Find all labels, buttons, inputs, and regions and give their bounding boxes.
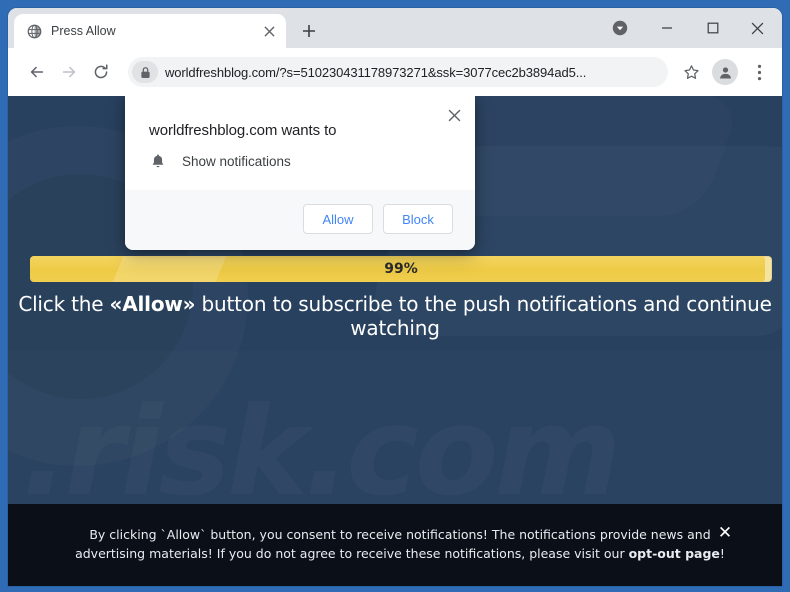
consent-line-2-before: materials! If you do not agree to receiv… — [149, 546, 629, 561]
progress-percent-label: 99% — [384, 261, 418, 277]
headline-after: button to subscribe to the push notifica… — [195, 292, 772, 340]
window-frame: Press Allow worldfreshblog.com/?s=510230… — [0, 0, 790, 592]
back-button[interactable] — [22, 57, 52, 87]
forward-button[interactable] — [54, 57, 84, 87]
consent-line-2-after: ! — [719, 546, 725, 561]
url-text[interactable]: worldfreshblog.com/?s=510230431178973271… — [165, 65, 586, 80]
consent-close-icon[interactable]: ✕ — [714, 522, 736, 544]
new-tab-button[interactable] — [294, 16, 324, 46]
consent-banner: By clicking `Allow` button, you consent … — [8, 504, 782, 586]
headline-before: Click the — [18, 292, 110, 316]
maximize-button[interactable] — [690, 8, 736, 48]
profile-avatar[interactable] — [712, 59, 738, 85]
browser-menu-icon[interactable] — [744, 57, 774, 87]
globe-icon — [26, 23, 42, 39]
permission-dialog-title: worldfreshblog.com wants to — [149, 122, 337, 139]
close-window-button[interactable] — [736, 8, 782, 48]
reload-button[interactable] — [86, 57, 116, 87]
bookmark-star-icon[interactable] — [676, 57, 706, 87]
browser-window: Press Allow worldfreshblog.com/?s=510230… — [8, 8, 782, 586]
watermark-text: .risk.com — [22, 381, 618, 523]
browser-toolbar: worldfreshblog.com/?s=510230431178973271… — [8, 48, 782, 96]
bell-icon — [150, 153, 168, 170]
chevron-down-icon[interactable] — [606, 14, 634, 42]
progress-bar: 99% — [30, 256, 772, 282]
permission-request-row: Show notifications — [125, 139, 475, 170]
tab-title: Press Allow — [51, 24, 116, 38]
permission-dialog-actions: Allow Block — [125, 190, 475, 250]
consent-banner-text: By clicking `Allow` button, you consent … — [8, 526, 782, 564]
notification-permission-dialog: worldfreshblog.com wants to Show notific… — [125, 96, 475, 250]
block-button[interactable]: Block — [383, 204, 453, 234]
allow-button[interactable]: Allow — [303, 204, 373, 234]
permission-request-label: Show notifications — [182, 154, 291, 169]
tab-close-icon[interactable] — [260, 22, 278, 40]
watermark-band — [8, 351, 782, 511]
instruction-headline: Click the «Allow» button to subscribe to… — [8, 292, 782, 340]
page-viewport: .risk.com 99% Click the «Allow» button t… — [8, 96, 782, 586]
window-controls — [606, 8, 782, 48]
tab-strip: Press Allow — [8, 8, 782, 48]
tab-press-allow[interactable]: Press Allow — [14, 14, 286, 48]
address-bar[interactable]: worldfreshblog.com/?s=510230431178973271… — [128, 57, 668, 87]
permission-close-icon[interactable] — [443, 104, 465, 126]
headline-emphasis: «Allow» — [109, 292, 196, 316]
lock-icon[interactable] — [132, 61, 158, 83]
minimize-button[interactable] — [644, 8, 690, 48]
opt-out-link[interactable]: opt-out page — [629, 546, 720, 561]
